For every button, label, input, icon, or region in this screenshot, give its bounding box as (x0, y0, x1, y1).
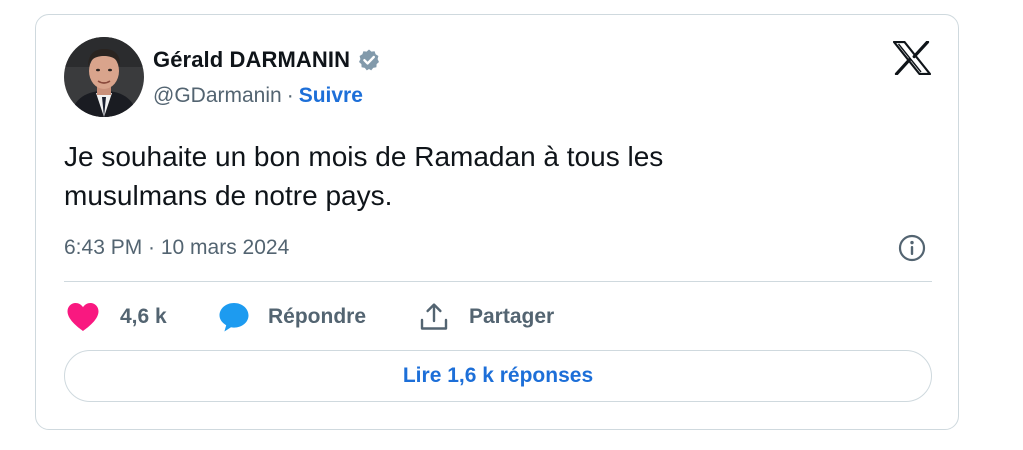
author-handle[interactable]: @GDarmanin (153, 84, 282, 108)
tweet-card: Gérald DARMANIN @GDarmanin · Suivre Je s… (35, 14, 959, 430)
author-handle-row: @GDarmanin · Suivre (153, 81, 363, 111)
avatar-photo (64, 37, 144, 117)
tweet-text-line: musulmans de notre pays. (64, 180, 393, 211)
tweet-text-line: Je souhaite un bon mois de Ramadan à tou… (64, 141, 664, 172)
like-count: 4,6 k (120, 305, 167, 328)
verified-badge-icon (357, 48, 381, 72)
reply-label: Répondre (268, 305, 367, 328)
divider (64, 281, 932, 282)
tweet-text: Je souhaite un bon mois de Ramadan à tou… (64, 137, 904, 215)
reply-button[interactable]: Répondre (218, 300, 366, 334)
read-replies-button[interactable]: Lire 1,6 k réponses (64, 350, 932, 402)
x-logo-icon[interactable] (892, 40, 932, 76)
avatar[interactable] (64, 37, 144, 117)
follow-button[interactable]: Suivre (299, 84, 363, 108)
info-icon[interactable] (898, 234, 926, 262)
heart-icon (66, 302, 100, 332)
author-name-row: Gérald DARMANIN (153, 45, 381, 75)
speech-bubble-icon (218, 301, 250, 333)
share-button[interactable]: Partager (419, 300, 554, 334)
tweet-timestamp[interactable]: 6:43 PM · 10 mars 2024 (64, 233, 289, 263)
separator: · (286, 84, 294, 107)
share-label: Partager (469, 305, 555, 328)
like-button[interactable]: 4,6 k (66, 300, 167, 334)
author-display-name[interactable]: Gérald DARMANIN (153, 47, 350, 73)
share-upload-icon (419, 302, 449, 332)
